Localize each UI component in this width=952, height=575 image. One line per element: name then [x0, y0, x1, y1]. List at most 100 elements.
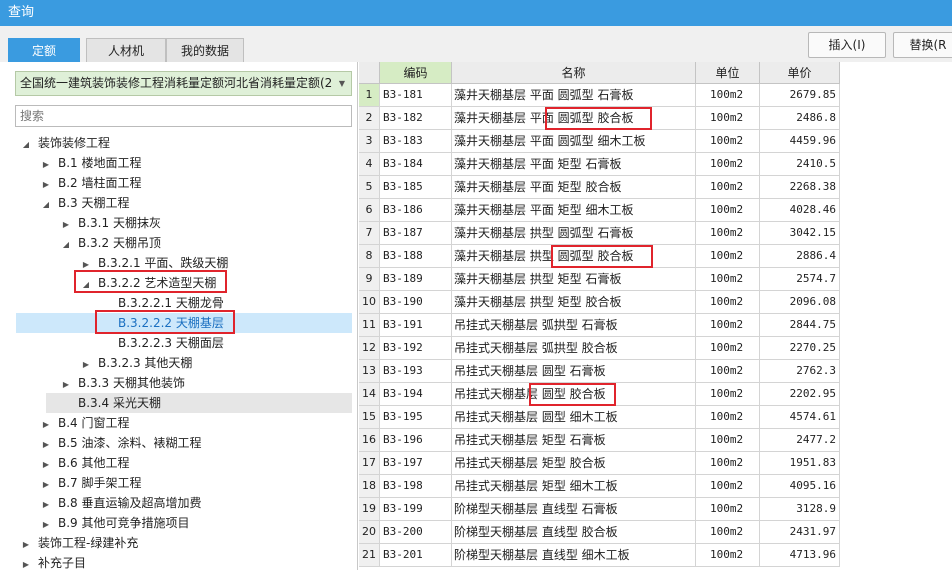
tree-collapsed-icon[interactable]: ▶ [40, 475, 52, 495]
table-row[interactable]: 3 B3-183 藻井天棚基层 平面 圆弧型 细木工板 100m2 4459.96 [359, 130, 840, 153]
tree-collapsed-icon[interactable]: ▶ [60, 215, 72, 235]
column-header-name[interactable]: 名称 [452, 62, 696, 84]
tree-collapsed-icon[interactable]: ▶ [40, 515, 52, 535]
table-row[interactable]: 10 B3-190 藻井天棚基层 拱型 矩型 胶合板 100m2 2096.08 [359, 291, 840, 314]
row-index: 9 [359, 268, 380, 291]
top-toolbar: 定额 人材机 我的数据 插入(I) 替换(R [0, 26, 952, 62]
tree-collapsed-icon[interactable]: ▶ [20, 555, 32, 575]
cell-price: 4713.96 [760, 544, 840, 567]
tree-collapsed-icon[interactable]: ▶ [80, 355, 92, 375]
tree-collapsed-icon[interactable]: ▶ [40, 175, 52, 195]
cell-name: 吊挂式天棚基层 弧拱型 胶合板 [452, 337, 696, 360]
tree-collapsed-icon[interactable]: ▶ [40, 435, 52, 455]
tree-node[interactable]: ▶ B.8 垂直运输及超高增加费 [40, 493, 202, 513]
tree-collapsed-icon[interactable]: ▶ [20, 535, 32, 555]
replace-button[interactable]: 替换(R [893, 32, 952, 58]
table-row[interactable]: 12 B3-192 吊挂式天棚基层 弧拱型 胶合板 100m2 2270.25 [359, 337, 840, 360]
tree-node[interactable]: ◢ B.3.2 天棚吊顶 [60, 233, 161, 253]
tab-my-data[interactable]: 我的数据 [166, 38, 244, 62]
cell-unit: 100m2 [696, 245, 760, 268]
cell-price: 2762.3 [760, 360, 840, 383]
tree-collapsed-icon[interactable]: ▶ [40, 455, 52, 475]
tree-node[interactable]: ▶ B.7 脚手架工程 [40, 473, 142, 493]
row-index: 14 [359, 383, 380, 406]
cell-code: B3-193 [380, 360, 452, 383]
tree-node[interactable]: ▶ B.3.2.3 其他天棚 [80, 353, 192, 373]
tab-materials[interactable]: 人材机 [86, 38, 166, 62]
cell-unit: 100m2 [696, 337, 760, 360]
cell-unit: 100m2 [696, 475, 760, 498]
cell-unit: 100m2 [696, 199, 760, 222]
cell-name: 吊挂式天棚基层 矩型 石膏板 [452, 429, 696, 452]
chevron-down-icon[interactable]: ▼ [333, 72, 351, 95]
row-index: 10 [359, 291, 380, 314]
table-row[interactable]: 9 B3-189 藻井天棚基层 拱型 矩型 石膏板 100m2 2574.7 [359, 268, 840, 291]
tab-quota[interactable]: 定额 [8, 38, 80, 62]
table-row[interactable]: 5 B3-185 藻井天棚基层 平面 矩型 胶合板 100m2 2268.38 [359, 176, 840, 199]
column-header-unit[interactable]: 单位 [696, 62, 760, 84]
tree-node[interactable]: ▶ B.9 其他可竞争措施项目 [40, 513, 190, 533]
tree-node[interactable]: ▶ B.2 墙柱面工程 [40, 173, 142, 193]
table-row[interactable]: 6 B3-186 藻井天棚基层 平面 矩型 细木工板 100m2 4028.46 [359, 199, 840, 222]
tree-node[interactable]: ◢ 装饰装修工程 [20, 133, 110, 153]
tree-node[interactable]: B.3.4 采光天棚 [60, 393, 161, 413]
tree-node[interactable]: B.3.2.2.3 天棚面层 [100, 333, 224, 353]
table-row[interactable]: 4 B3-184 藻井天棚基层 平面 矩型 石膏板 100m2 2410.5 [359, 153, 840, 176]
cell-name: 吊挂式天棚基层 圆型 石膏板 [452, 360, 696, 383]
search-input[interactable] [15, 105, 352, 127]
cell-code: B3-186 [380, 199, 452, 222]
table-row[interactable]: 13 B3-193 吊挂式天棚基层 圆型 石膏板 100m2 2762.3 [359, 360, 840, 383]
table-row[interactable]: 15 B3-195 吊挂式天棚基层 圆型 细木工板 100m2 4574.61 [359, 406, 840, 429]
tree-expanded-icon[interactable]: ◢ [40, 195, 52, 215]
cell-price: 2096.08 [760, 291, 840, 314]
tree-node[interactable]: ▶ B.3.1 天棚抹灰 [60, 213, 161, 233]
table-row[interactable]: 11 B3-191 吊挂式天棚基层 弧拱型 石膏板 100m2 2844.75 [359, 314, 840, 337]
cell-code: B3-185 [380, 176, 452, 199]
tree-collapsed-icon[interactable]: ▶ [40, 495, 52, 515]
table-row[interactable]: 7 B3-187 藻井天棚基层 拱型 圆弧型 石膏板 100m2 3042.15 [359, 222, 840, 245]
cell-price: 2844.75 [760, 314, 840, 337]
tree-node-label: B.8 垂直运输及超高增加费 [58, 496, 202, 510]
cell-name: 藻井天棚基层 平面 圆弧型 细木工板 [452, 130, 696, 153]
insert-button[interactable]: 插入(I) [808, 32, 886, 58]
tree-node[interactable]: ▶ 补充子目 [20, 553, 86, 573]
cell-unit: 100m2 [696, 314, 760, 337]
tree-expanded-icon[interactable]: ◢ [60, 235, 72, 255]
cell-code: B3-198 [380, 475, 452, 498]
cell-name: 藻井天棚基层 平面 圆弧型 石膏板 [452, 84, 696, 107]
table-row[interactable]: 17 B3-197 吊挂式天棚基层 矩型 胶合板 100m2 1951.83 [359, 452, 840, 475]
tree-node[interactable]: ▶ B.1 楼地面工程 [40, 153, 142, 173]
cell-code: B3-196 [380, 429, 452, 452]
tree-collapsed-icon[interactable]: ▶ [60, 375, 72, 395]
tree-node[interactable]: ◢ B.3 天棚工程 [40, 193, 130, 213]
library-select[interactable]: 全国统一建筑装饰装修工程消耗量定额河北省消耗量定额(20 ▼ [15, 71, 352, 96]
table-row[interactable]: 16 B3-196 吊挂式天棚基层 矩型 石膏板 100m2 2477.2 [359, 429, 840, 452]
tree-expanded-icon[interactable]: ◢ [20, 135, 32, 155]
tree-node-label: B.3.2.2.3 天棚面层 [118, 336, 224, 350]
column-header-code[interactable]: 编码 [380, 62, 452, 84]
row-index: 7 [359, 222, 380, 245]
row-index: 19 [359, 498, 380, 521]
tree-collapsed-icon[interactable]: ▶ [40, 415, 52, 435]
column-header-price[interactable]: 单价 [760, 62, 840, 84]
cell-unit: 100m2 [696, 406, 760, 429]
tree-node-label: B.3.2.3 其他天棚 [98, 356, 193, 370]
table-row[interactable]: 20 B3-200 阶梯型天棚基层 直线型 胶合板 100m2 2431.97 [359, 521, 840, 544]
tree-node[interactable]: ▶ B.6 其他工程 [40, 453, 130, 473]
tree-node[interactable]: ▶ B.5 油漆、涂料、裱糊工程 [40, 433, 202, 453]
tree-node[interactable]: ▶ B.4 门窗工程 [40, 413, 130, 433]
row-index: 4 [359, 153, 380, 176]
cell-code: B3-190 [380, 291, 452, 314]
cell-code: B3-199 [380, 498, 452, 521]
cell-unit: 100m2 [696, 153, 760, 176]
cell-code: B3-187 [380, 222, 452, 245]
table-row[interactable]: 19 B3-199 阶梯型天棚基层 直线型 石膏板 100m2 3128.9 [359, 498, 840, 521]
tree-collapsed-icon[interactable]: ▶ [40, 155, 52, 175]
table-row[interactable]: 21 B3-201 阶梯型天棚基层 直线型 细木工板 100m2 4713.96 [359, 544, 840, 567]
annotation-box [551, 245, 653, 268]
tree-node[interactable]: ▶ 装饰工程-绿建补充 [20, 533, 138, 553]
tree-node[interactable]: ▶ B.3.3 天棚其他装饰 [60, 373, 185, 393]
cell-price: 2431.97 [760, 521, 840, 544]
table-row[interactable]: 18 B3-198 吊挂式天棚基层 矩型 细木工板 100m2 4095.16 [359, 475, 840, 498]
table-row[interactable]: 1 B3-181 藻井天棚基层 平面 圆弧型 石膏板 100m2 2679.85 [359, 84, 840, 107]
